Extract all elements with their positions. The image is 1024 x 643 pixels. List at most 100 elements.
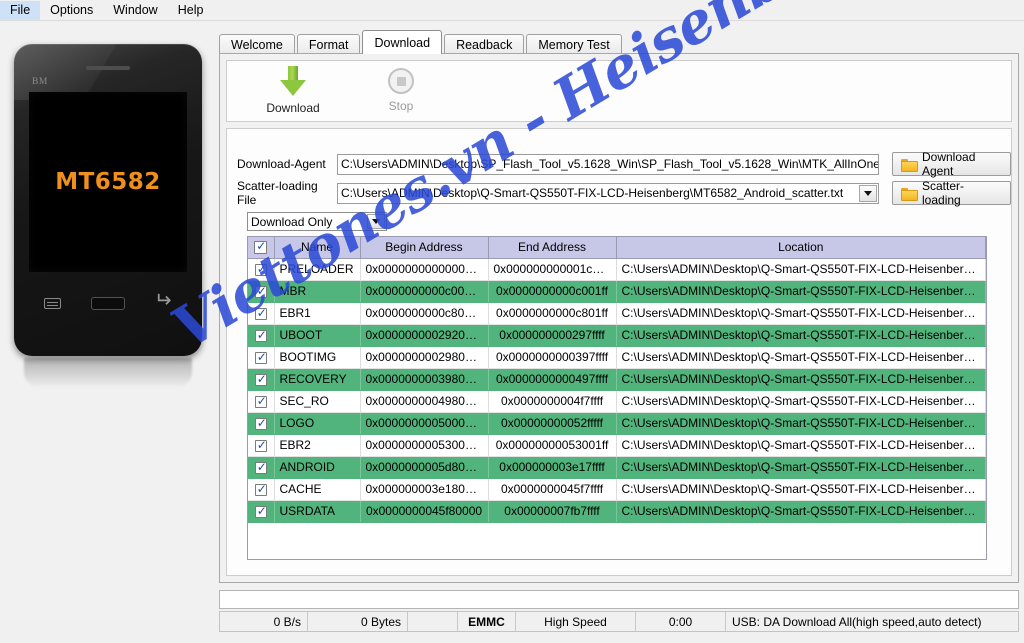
tab-welcome[interactable]: Welcome [219,34,295,54]
row-checkbox-cell[interactable] [248,258,275,281]
row-checkbox-cell[interactable] [248,434,275,457]
table-row[interactable]: UBOOT0x00000000029200000x000000000297fff… [248,324,986,347]
download-mode-value: Download Only [251,214,333,229]
phone-screen: MT6582 [29,92,187,272]
row-checkbox[interactable] [254,306,267,320]
table-row[interactable]: EBR10x0000000000c800000x0000000000c801ff… [248,302,986,325]
chevron-down-icon[interactable] [859,184,877,202]
row-checkbox-cell[interactable] [248,368,275,391]
menu-window[interactable]: Window [103,1,167,20]
location-cell: C:\Users\ADMIN\Desktop\Q-Smart-QS550T-FI… [616,324,986,347]
status-bytes: 0 Bytes [308,612,408,631]
row-checkbox[interactable] [254,284,267,298]
download-arrow-icon [280,66,306,96]
row-checkbox[interactable] [254,438,267,452]
tab-welcome-label: Welcome [231,37,283,52]
table-row[interactable]: ANDROID0x0000000005d800000x000000003e17f… [248,456,986,479]
select-all-checkbox[interactable] [254,239,268,255]
row-checkbox[interactable] [254,460,267,474]
column-header-location[interactable]: Location [616,237,986,259]
menu-help[interactable]: Help [168,1,214,20]
row-checkbox-cell[interactable] [248,302,275,325]
chevron-down-icon[interactable] [367,214,385,229]
column-header-end-address[interactable]: End Address [488,237,617,259]
row-checkbox-cell[interactable] [248,478,275,501]
end-address-cell: 0x000000000297ffff [488,324,617,347]
row-checkbox[interactable] [254,350,267,364]
download-button-label: Download [266,101,320,115]
partition-name-cell: MBR [274,280,361,303]
scatter-file-browse-button[interactable]: Scatter-loading [892,179,1011,207]
menu-options[interactable]: Options [40,1,103,20]
phone-earpiece-speaker [86,66,130,70]
phone-brand-label: BM [32,77,48,87]
select-all-header[interactable] [248,237,275,259]
table-row[interactable]: EBR20x00000000053000000x00000000053001ff… [248,434,986,457]
row-checkbox-cell[interactable] [248,280,275,303]
partition-name-cell: RECOVERY [274,368,361,391]
partition-name-cell: LOGO [274,412,361,435]
progress-area [219,590,1019,609]
end-address-cell: 0x000000000001c52b [488,258,617,281]
table-row[interactable]: LOGO0x00000000050000000x00000000052fffff… [248,412,986,435]
row-checkbox[interactable] [254,504,267,518]
status-speed: 0 B/s [220,612,308,631]
stop-circle-icon [388,68,414,94]
row-checkbox-cell[interactable] [248,500,275,523]
row-checkbox[interactable] [254,328,267,342]
row-checkbox[interactable] [254,394,267,408]
download-button[interactable]: Download [247,66,339,118]
begin-address-cell: 0x0000000005d80000 [360,456,489,479]
download-agent-input[interactable]: C:\Users\ADMIN\Desktop\SP_Flash_Tool_v5.… [337,153,879,175]
row-checkbox[interactable] [254,416,267,430]
row-checkbox[interactable] [254,482,267,496]
row-checkbox-cell[interactable] [248,346,275,369]
status-area: 0 B/s 0 Bytes EMMC High Speed 0:00 USB: … [219,590,1019,636]
table-row[interactable]: BOOTIMG0x00000000029800000x0000000000397… [248,346,986,369]
location-cell: C:\Users\ADMIN\Desktop\Q-Smart-QS550T-FI… [616,478,986,501]
partition-table-wrapper[interactable]: Name Begin Address End Address Location … [247,236,987,560]
end-address-cell: 0x0000000000c001ff [488,280,617,303]
partition-name-cell: BOOTIMG [274,346,361,369]
table-row[interactable]: RECOVERY0x00000000039800000x000000000049… [248,368,986,391]
end-address-cell: 0x000000003e17ffff [488,456,617,479]
row-checkbox[interactable] [254,372,267,386]
end-address-cell: 0x0000000000397ffff [488,346,617,369]
location-cell: C:\Users\ADMIN\Desktop\Q-Smart-QS550T-FI… [616,456,986,479]
table-row[interactable]: CACHE0x000000003e1800000x0000000045f7fff… [248,478,986,501]
end-address-cell: 0x00000007fb7ffff [488,500,617,523]
home-button-icon [91,296,125,310]
download-mode-select[interactable]: Download Only [247,212,387,231]
end-address-cell: 0x00000000053001ff [488,434,617,457]
partition-name-cell: PRELOADER [274,258,361,281]
menu-file[interactable]: File [0,0,41,20]
column-header-name[interactable]: Name [274,237,361,259]
tab-readback[interactable]: Readback [444,34,525,54]
tab-memory-test-label: Memory Test [538,37,610,52]
phone-mockup: BM MT6582 [14,44,202,356]
table-row[interactable]: SEC_RO0x00000000049800000x0000000004f7ff… [248,390,986,413]
download-agent-browse-button[interactable]: Download Agent [892,150,1011,178]
phone-reflection [24,358,192,388]
row-checkbox[interactable] [254,262,267,276]
location-cell: C:\Users\ADMIN\Desktop\Q-Smart-QS550T-FI… [616,258,986,281]
partition-name-cell: SEC_RO [274,390,361,413]
partition-name-cell: USRDATA [274,500,361,523]
begin-address-cell: 0x0000000002980000 [360,346,489,369]
stop-button[interactable]: Stop [355,66,447,118]
row-checkbox-cell[interactable] [248,412,275,435]
row-checkbox-cell[interactable] [248,324,275,347]
table-row[interactable]: USRDATA0x0000000045f800000x00000007fb7ff… [248,500,986,523]
scatter-file-row: Scatter-loading File C:\Users\ADMIN\Desk… [237,179,1003,207]
column-header-begin-address[interactable]: Begin Address [360,237,489,259]
row-checkbox-cell[interactable] [248,456,275,479]
tab-memory-test[interactable]: Memory Test [526,34,622,54]
tab-format[interactable]: Format [296,34,361,54]
scatter-file-combo[interactable]: C:\Users\ADMIN\Desktop\Q-Smart-QS550T-FI… [337,182,879,204]
table-row[interactable]: PRELOADER0x00000000000000000x00000000000… [248,258,986,281]
table-row[interactable]: MBR0x0000000000c000000x0000000000c001ffC… [248,280,986,303]
tab-download[interactable]: Download [362,30,443,54]
menu-button-icon [44,297,61,309]
end-address-cell: 0x0000000004f7ffff [488,390,617,413]
row-checkbox-cell[interactable] [248,390,275,413]
